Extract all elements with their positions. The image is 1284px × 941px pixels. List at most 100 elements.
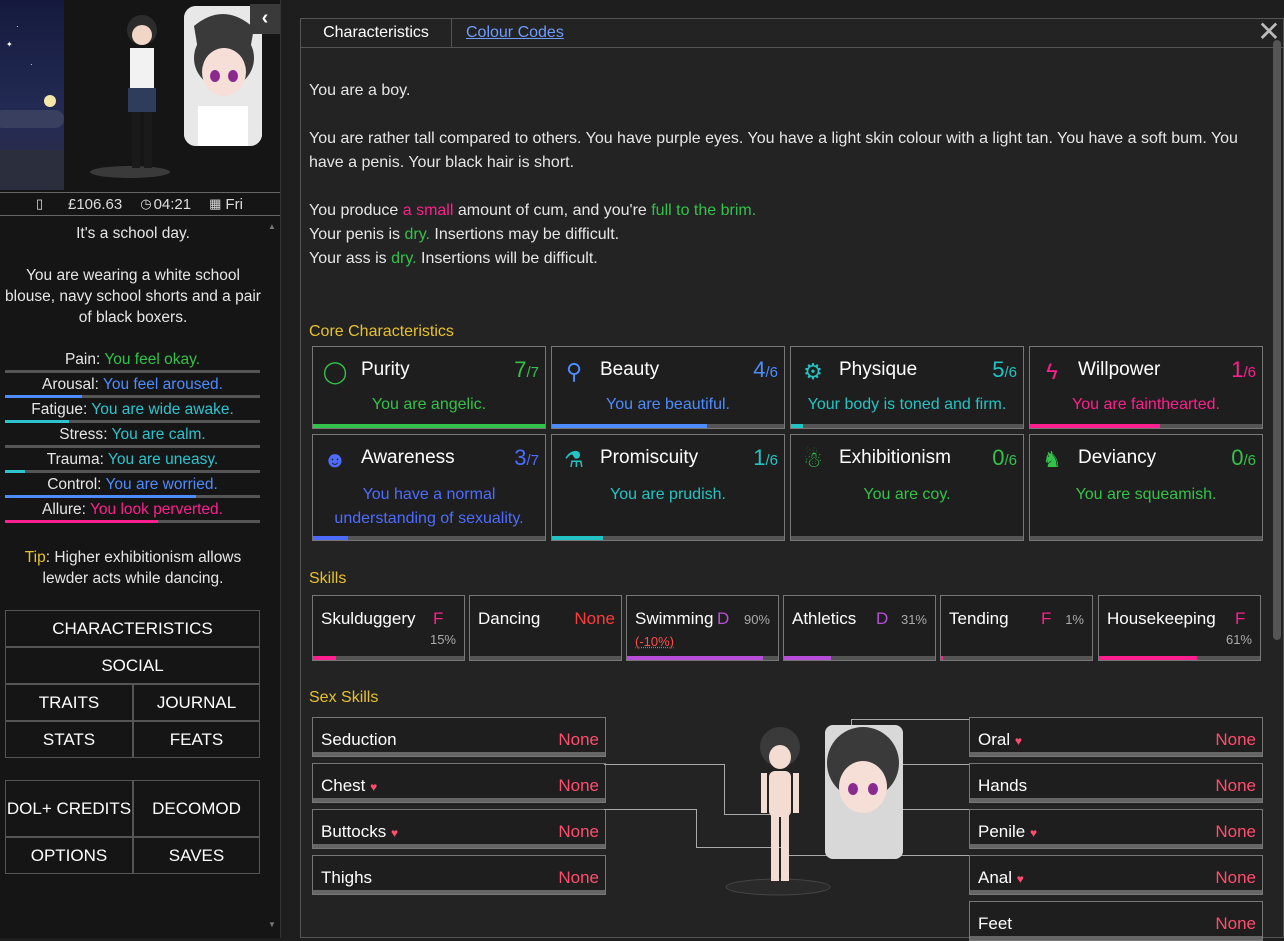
characteristic-description: You are prudish. (610, 486, 726, 503)
characteristic-awareness[interactable]: ☻ Awareness 3/7 You have a normal understan… (312, 434, 546, 541)
description-text: You are a boy. You are rather tall compa… (309, 79, 1259, 271)
characteristic-value: 4/6 (753, 357, 778, 382)
meter-bar (5, 520, 260, 523)
status-bar: ▯ £106.63 ◷ 04:21 ▦ Fri (0, 192, 280, 216)
feats-button[interactable]: FEATS (133, 721, 260, 758)
sex-skill-value: None (1215, 730, 1256, 749)
money-display: £106.63 (68, 195, 123, 213)
sex-skill-anal[interactable]: Anal ♥ None (969, 855, 1263, 895)
skill-dancing[interactable]: Dancing None (469, 595, 622, 661)
status-meters: Pain: You feel okay. Arousal: You feel ar… (5, 350, 260, 525)
tip-text: Tip: Higher exhibitionism allows lewder … (24, 549, 242, 587)
sex-skill-chest[interactable]: Chest ♥ None (312, 763, 606, 803)
characteristic-value: 1/6 (753, 445, 778, 470)
characteristic-description: You are coy. (863, 486, 951, 503)
traits-button[interactable]: TRAITS (5, 684, 133, 721)
characteristic-value: 1/6 (1231, 357, 1256, 382)
sex-skill-bar (970, 890, 1262, 894)
halo-icon: ◯ (322, 359, 348, 384)
sex-skill-value: None (1215, 776, 1256, 795)
skill-skulduggery[interactable]: Skulduggery F 15% (312, 595, 465, 661)
time-display: 04:21 (153, 195, 192, 213)
sex-skill-name: Penile ♥ (978, 822, 1038, 841)
journal-button[interactable]: JOURNAL (133, 684, 260, 721)
skill-bar (313, 656, 464, 660)
core-characteristics-title: Core Characteristics (309, 323, 454, 340)
skill-grade: None (574, 609, 615, 628)
sidebar-scrollbar[interactable]: ▲ ▼ (268, 222, 276, 938)
characteristic-bar (552, 424, 784, 428)
characteristic-beauty[interactable]: ⚲ Beauty 4/6 You are beautiful. (551, 346, 785, 429)
skill-grade: F (1041, 609, 1052, 628)
phone-icon: ▯ (36, 196, 44, 211)
skill-athletics[interactable]: Athletics D 31% (783, 595, 936, 661)
characteristic-bar (552, 536, 784, 540)
sex-skills-title: Sex Skills (309, 689, 379, 706)
characteristic-description: You are fainthearted. (1072, 396, 1220, 413)
skill-housekeeping[interactable]: Housekeeping F 61% (1098, 595, 1261, 661)
characteristic-description: Your body is toned and firm. (807, 396, 1007, 413)
day-display: Fri (225, 195, 243, 213)
sex-skill-hands[interactable]: Hands None (969, 763, 1263, 803)
skill-bar (941, 656, 1092, 660)
dol-credits-button[interactable]: DOL+ CREDITS (5, 780, 133, 837)
skill-name: Housekeeping (1107, 609, 1216, 628)
chevron-left-icon: ‹ (261, 7, 269, 29)
main-scrollbar[interactable] (1273, 40, 1281, 640)
meter-status: You look perverted. (89, 501, 223, 518)
sex-skill-name: Feet (978, 914, 1013, 933)
characteristic-exhibitionism[interactable]: ☃ Exhibitionism 0/6 You are coy. (790, 434, 1024, 541)
heart-icon: ♥ (1030, 826, 1038, 840)
characteristics-button[interactable]: CHARACTERISTICS (5, 610, 260, 647)
tab-characteristics[interactable]: Characteristics (301, 19, 452, 47)
characteristic-deviancy[interactable]: ♞ Deviancy 0/6 You are squeamish. (1029, 434, 1263, 541)
meter-label: Stress (59, 426, 104, 443)
sex-skill-feet[interactable]: Feet None (969, 901, 1263, 941)
meter-label: Allure (42, 501, 82, 518)
scroll-down-icon[interactable]: ▼ (268, 920, 276, 929)
characteristic-willpower[interactable]: ϟ Willpower 1/6 You are fainthearted. (1029, 346, 1263, 429)
skill-percent: 15% (429, 632, 456, 647)
sex-skill-value: None (1215, 914, 1256, 933)
sex-skill-bar (970, 752, 1262, 756)
sex-skill-thighs[interactable]: Thighs None (312, 855, 606, 895)
lightning-icon: ϟ (1046, 359, 1058, 384)
sex-skill-bar (313, 844, 605, 848)
social-button[interactable]: SOCIAL (5, 647, 260, 684)
meter-label: Fatigue (31, 401, 83, 418)
skill-name: Athletics (792, 609, 857, 628)
skill-tending[interactable]: Tending F 1% (940, 595, 1093, 661)
characteristic-physique[interactable]: ⚙ Physique 5/6 Your body is toned and firm. (790, 346, 1024, 429)
skill-percent: 61% (1225, 632, 1252, 647)
skill-bar (1099, 656, 1260, 660)
options-button[interactable]: OPTIONS (5, 837, 133, 874)
sex-skill-bar (970, 936, 1262, 940)
meter-4: Trauma: You are uneasy. (5, 450, 260, 475)
decomod-button[interactable]: DECOMOD (133, 780, 260, 837)
characteristic-name: Exhibitionism (839, 447, 951, 468)
sex-skill-seduction[interactable]: Seduction None (312, 717, 606, 757)
sex-skill-buttocks[interactable]: Buttocks ♥ None (312, 809, 606, 849)
potion-icon: ⚗ (564, 447, 584, 472)
sex-skill-oral[interactable]: Oral ♥ None (969, 717, 1263, 757)
characteristic-promiscuity[interactable]: ⚗ Promiscuity 1/6 You are prudish. (551, 434, 785, 541)
saves-button[interactable]: SAVES (133, 837, 260, 874)
skill-bar (627, 656, 778, 660)
sex-skill-bar (970, 844, 1262, 848)
scroll-up-icon[interactable]: ▲ (268, 222, 276, 231)
characteristic-name: Purity (361, 359, 410, 380)
meter-label: Trauma (46, 451, 100, 468)
skill-swimming[interactable]: Swimming D 90% (-10%) (626, 595, 779, 661)
characteristic-bar (791, 536, 1023, 540)
collapse-sidebar-button[interactable]: ‹ (250, 4, 280, 34)
characteristic-value: 0/6 (992, 445, 1017, 470)
sex-skill-penile[interactable]: Penile ♥ None (969, 809, 1263, 849)
skill-grade: F (433, 609, 444, 628)
meter-1: Arousal: You feel aroused. (5, 375, 260, 400)
meter-status: You are uneasy. (107, 451, 219, 468)
body-text: You are rather tall compared to others. … (309, 130, 1238, 171)
characteristic-purity[interactable]: ◯ Purity 7/7 You are angelic. (312, 346, 546, 429)
body-figure (725, 719, 925, 904)
stats-button[interactable]: STATS (5, 721, 133, 758)
tab-colour-codes[interactable]: Colour Codes (451, 19, 579, 47)
